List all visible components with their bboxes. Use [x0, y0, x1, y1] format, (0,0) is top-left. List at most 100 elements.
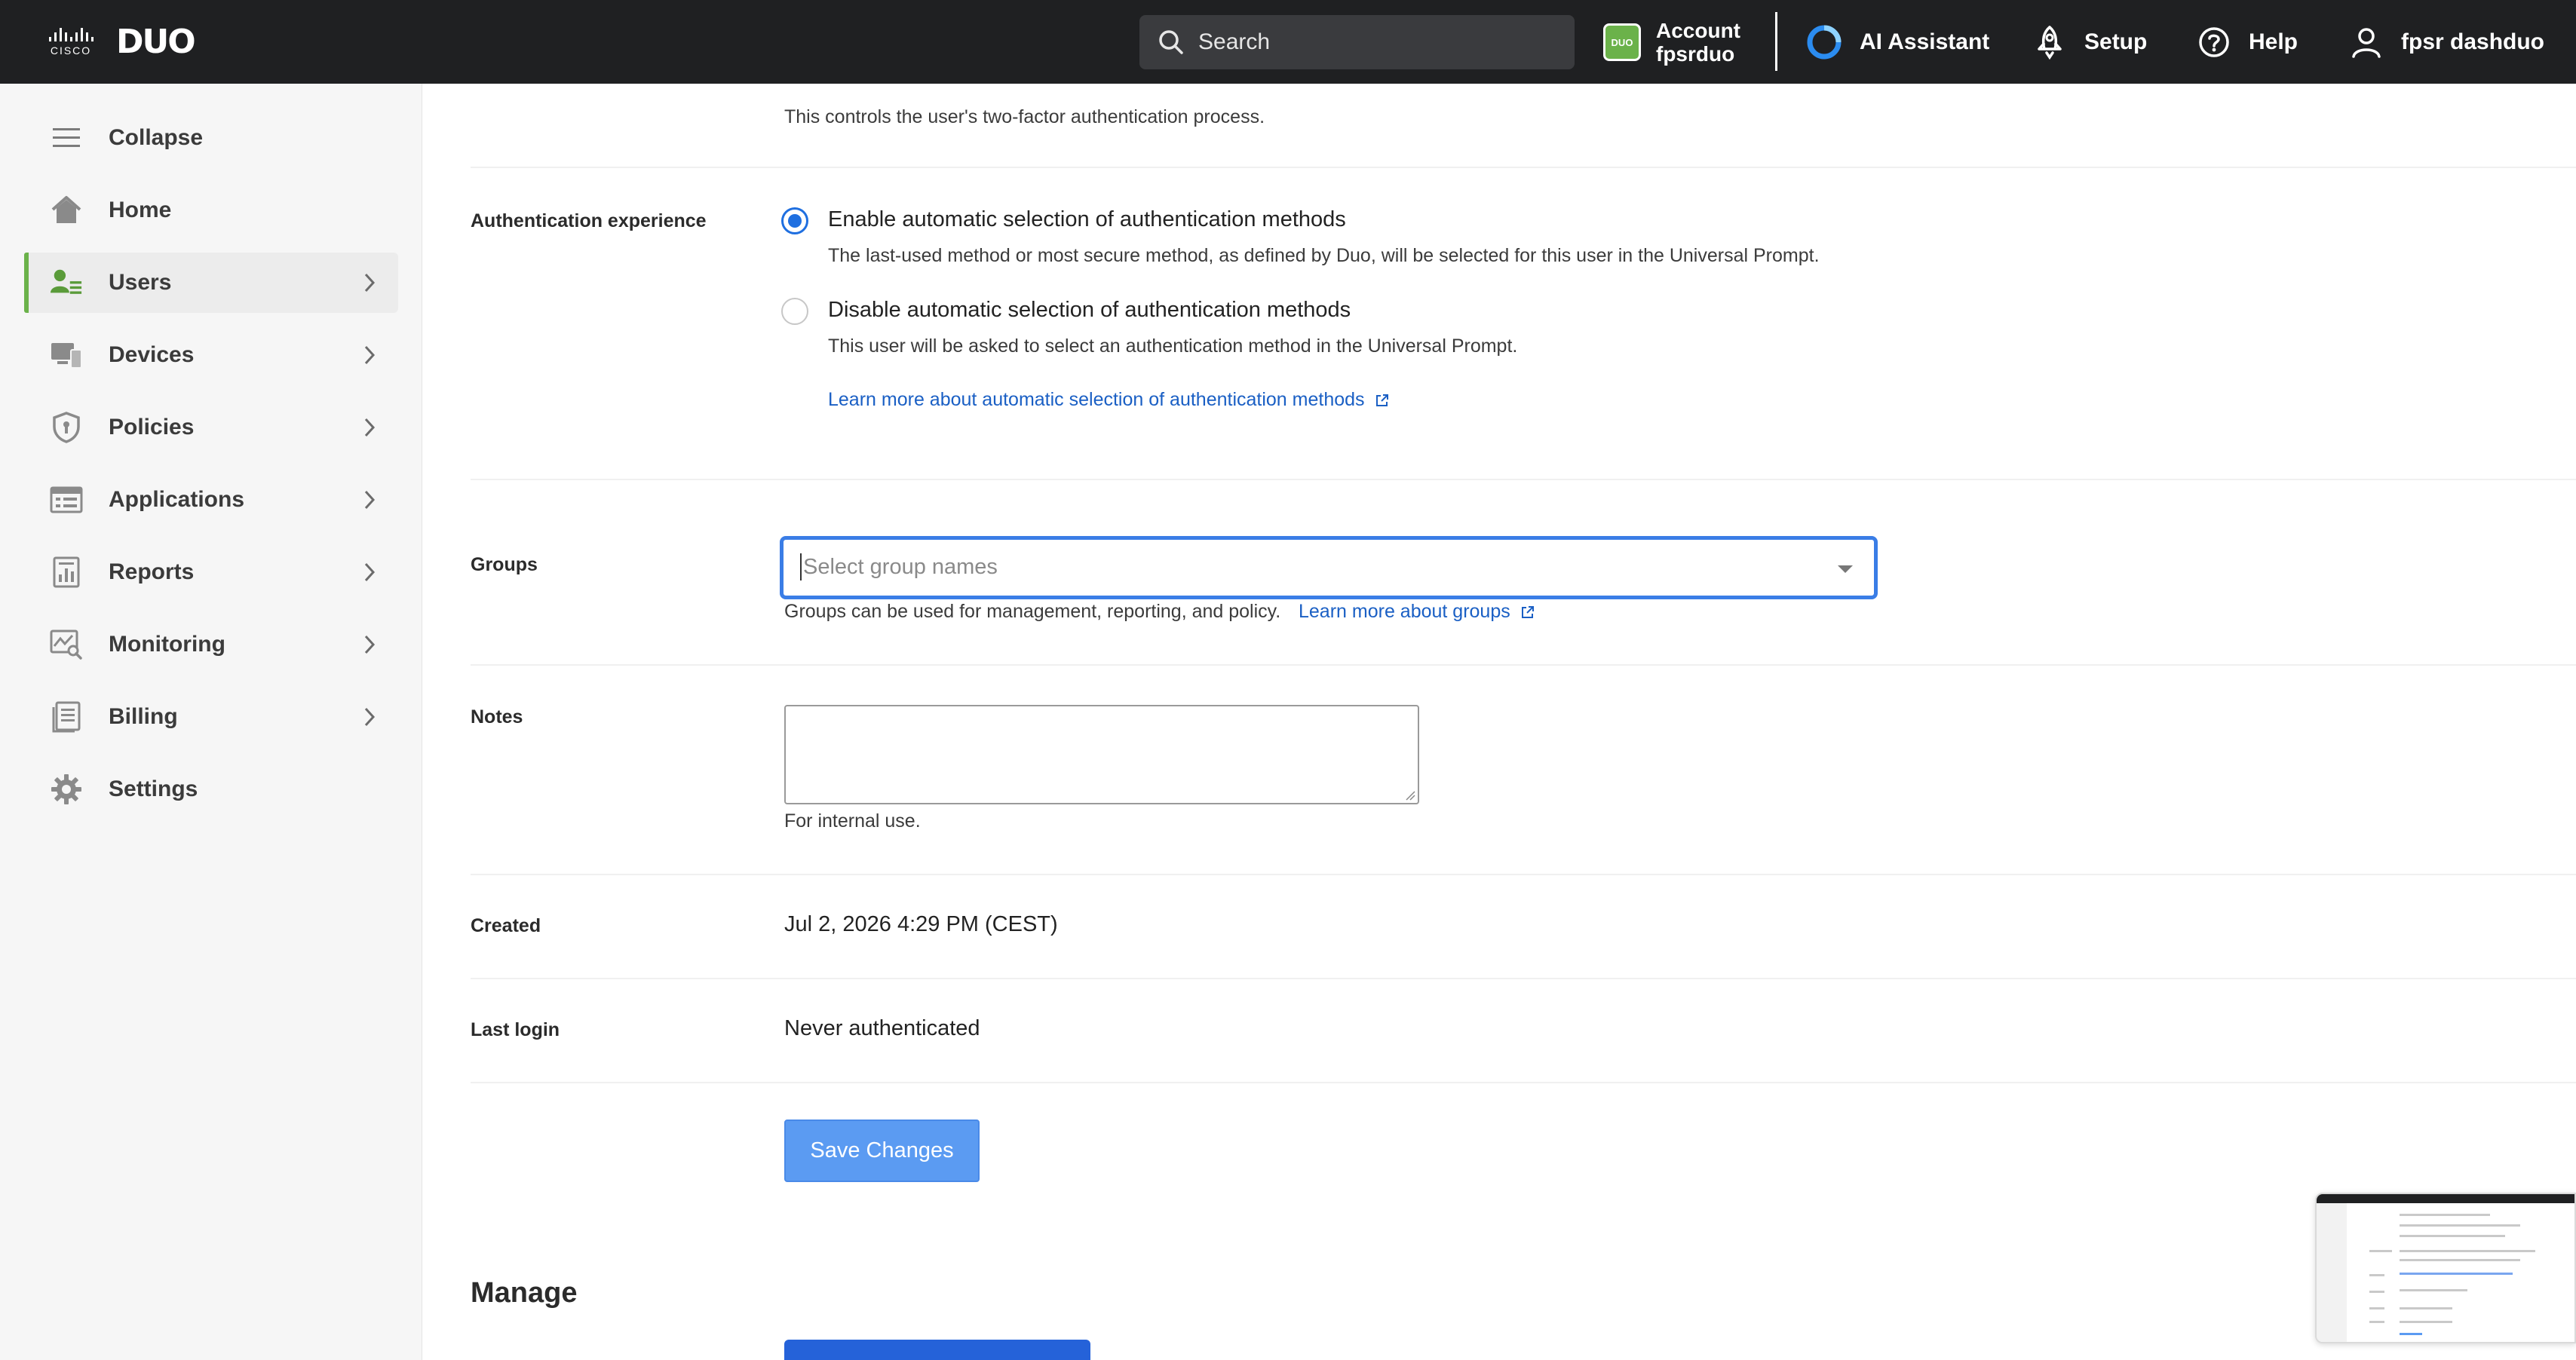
sidebar-item-label: Users — [109, 270, 172, 295]
last-login-value: Never authenticated — [784, 1016, 980, 1040]
account-label: Account — [1656, 19, 1740, 42]
home-icon — [50, 194, 83, 227]
groups-select-placeholder: Select group names — [803, 555, 998, 579]
sidebar: Collapse Home Users Devices Policies App… — [0, 84, 422, 1360]
setup-label: Setup — [2084, 29, 2148, 54]
sidebar-item-users[interactable]: Users — [24, 253, 398, 313]
groups-label: Groups — [471, 554, 538, 575]
auth-experience-label: Authentication experience — [471, 210, 707, 231]
chevron-right-icon — [364, 707, 376, 727]
menu-icon — [50, 121, 83, 155]
created-value: Jul 2, 2026 4:29 PM (CEST) — [784, 912, 1058, 936]
ai-assistant-icon — [1807, 25, 1842, 60]
chevron-down-icon[interactable] — [1838, 565, 1853, 573]
auto-select-enable-title: Enable automatic selection of authentica… — [828, 207, 1346, 231]
applications-icon — [50, 483, 83, 516]
cisco-wordmark: CISCO — [50, 44, 92, 57]
cisco-logo: CISCO — [45, 27, 97, 57]
sidebar-item-collapse[interactable]: Collapse — [24, 108, 398, 168]
created-label: Created — [471, 915, 541, 936]
chevron-right-icon — [364, 562, 376, 582]
billing-icon — [50, 700, 83, 734]
chevron-right-icon — [364, 345, 376, 365]
account-switcher[interactable]: DUO Account fpsrduo — [1603, 17, 1740, 68]
screenshot-thumbnail[interactable] — [2315, 1193, 2576, 1343]
gear-icon — [50, 773, 83, 806]
sidebar-item-label: Reports — [109, 559, 195, 584]
sidebar-item-label: Devices — [109, 342, 195, 367]
external-link-icon — [1375, 394, 1388, 407]
top-bar: CISCO DUO Search DUO Account fpsrduo AI … — [0, 0, 2576, 84]
sidebar-item-policies[interactable]: Policies — [24, 397, 398, 458]
chevron-right-icon — [364, 418, 376, 437]
sidebar-item-applications[interactable]: Applications — [24, 470, 398, 530]
sidebar-item-label: Collapse — [109, 125, 204, 150]
divider — [471, 479, 2576, 480]
manage-action-button[interactable] — [784, 1340, 1090, 1360]
auto-select-disable-title: Disable automatic selection of authentic… — [828, 298, 1351, 322]
notes-help-text: For internal use. — [784, 810, 921, 832]
notes-label: Notes — [471, 706, 523, 727]
manage-heading: Manage — [471, 1277, 578, 1309]
search-input[interactable]: Search — [1139, 15, 1575, 69]
chevron-right-icon — [364, 273, 376, 293]
chevron-right-icon — [364, 635, 376, 654]
auto-select-enable-radio[interactable] — [781, 207, 808, 234]
sidebar-item-label: Policies — [109, 415, 195, 440]
reports-icon — [50, 556, 83, 589]
ai-assistant-button[interactable]: AI Assistant — [1807, 0, 1989, 84]
sidebar-item-settings[interactable]: Settings — [24, 759, 398, 819]
auto-select-enable-desc: The last-used method or most secure meth… — [828, 245, 1820, 266]
main-content: This controls the user's two-factor auth… — [423, 84, 2576, 1360]
user-icon — [2350, 26, 2383, 59]
sidebar-item-home[interactable]: Home — [24, 180, 398, 240]
sidebar-item-label: Monitoring — [109, 632, 225, 657]
learn-more-groups-link[interactable]: Learn more about groups — [1299, 601, 1535, 623]
ai-assistant-label: AI Assistant — [1860, 29, 1990, 54]
monitoring-icon — [50, 628, 83, 661]
sidebar-item-label: Settings — [109, 776, 198, 801]
auth-process-help-text: This controls the user's two-factor auth… — [784, 106, 1265, 127]
sidebar-item-monitoring[interactable]: Monitoring — [24, 614, 398, 675]
divider — [471, 664, 2576, 666]
divider — [471, 1082, 2576, 1083]
search-icon — [1159, 30, 1183, 54]
auto-select-disable-desc: This user will be asked to select an aut… — [828, 335, 1518, 357]
notes-textarea[interactable] — [784, 705, 1419, 804]
shield-icon — [50, 411, 83, 444]
sidebar-item-label: Applications — [109, 487, 245, 512]
rocket-icon — [2033, 25, 2066, 60]
external-link-icon — [1521, 606, 1534, 619]
chevron-right-icon — [364, 490, 376, 510]
setup-button[interactable]: Setup — [2033, 0, 2147, 84]
sidebar-item-billing[interactable]: Billing — [24, 687, 398, 747]
sidebar-item-label: Home — [109, 198, 172, 222]
divider — [471, 978, 2576, 979]
sidebar-item-label: Billing — [109, 704, 178, 729]
groups-select[interactable]: Select group names — [780, 536, 1878, 599]
brand-logos[interactable]: CISCO DUO — [45, 0, 196, 84]
resize-handle-icon[interactable] — [1405, 790, 1415, 801]
duo-logo: DUO — [116, 23, 196, 61]
last-login-label: Last login — [471, 1019, 560, 1040]
users-icon — [50, 266, 83, 299]
help-icon — [2197, 26, 2231, 59]
auto-select-disable-radio[interactable] — [781, 298, 808, 325]
account-name: fpsrduo — [1656, 42, 1735, 66]
help-label: Help — [2249, 29, 2298, 54]
divider — [471, 874, 2576, 875]
save-changes-button[interactable]: Save Changes — [784, 1120, 980, 1182]
account-badge-icon: DUO — [1603, 23, 1641, 61]
text-cursor — [800, 553, 802, 580]
learn-more-auto-selection-link[interactable]: Learn more about automatic selection of … — [828, 389, 1390, 411]
search-placeholder: Search — [1198, 29, 1271, 54]
sidebar-item-reports[interactable]: Reports — [24, 542, 398, 602]
user-menu-button[interactable]: fpsr dashduo — [2350, 0, 2544, 84]
user-name-label: fpsr dashduo — [2401, 29, 2545, 54]
topbar-divider — [1775, 12, 1777, 71]
sidebar-item-devices[interactable]: Devices — [24, 325, 398, 385]
help-button[interactable]: Help — [2197, 0, 2298, 84]
divider — [471, 167, 2576, 168]
devices-icon — [50, 338, 83, 372]
groups-help-text: Groups can be used for management, repor… — [784, 601, 1281, 622]
